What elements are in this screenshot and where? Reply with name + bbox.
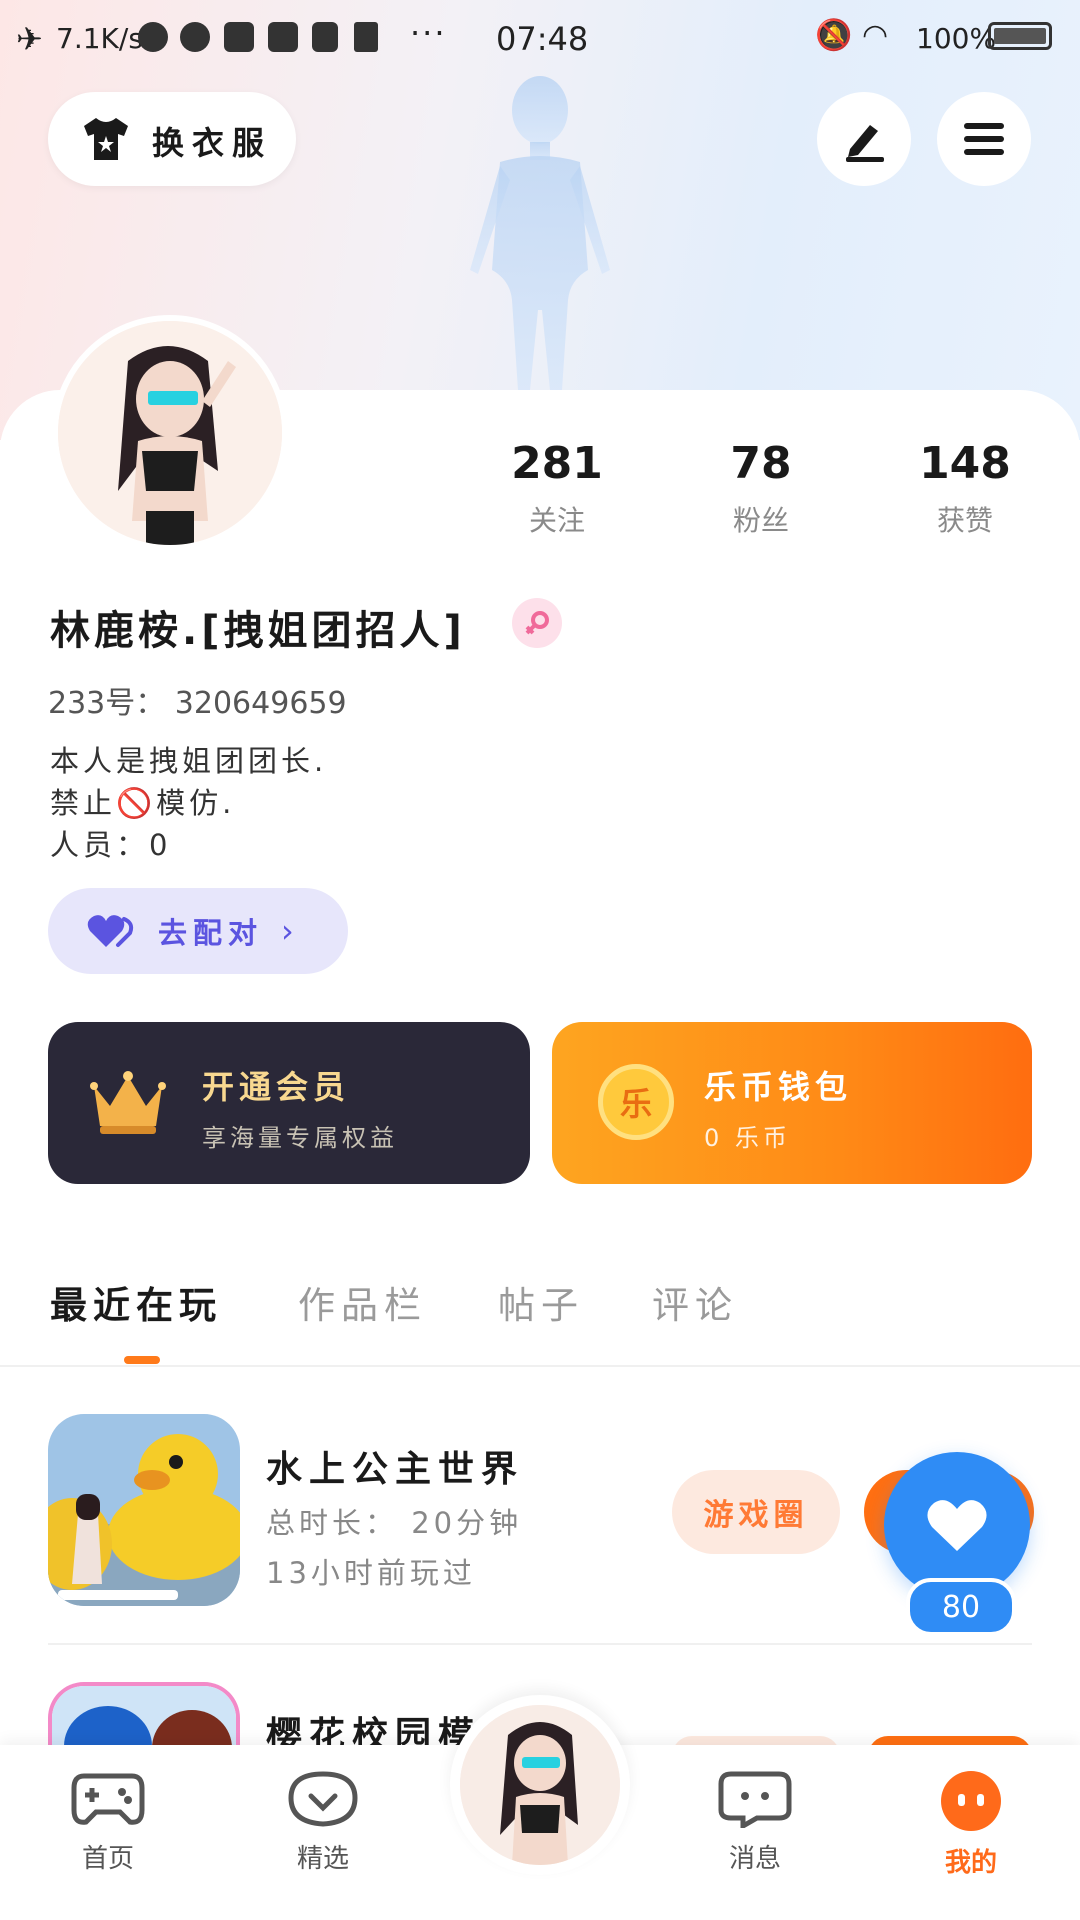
stat-label: 获赞 [936, 504, 993, 537]
female-gender-badge [512, 598, 562, 648]
vip-title: 开通会员 [202, 1068, 351, 1106]
edit-profile-button[interactable] [817, 92, 911, 186]
game-duration: 总时长： 20分钟 [266, 1506, 523, 1540]
game-title[interactable]: 水上公主世界 [266, 1440, 524, 1492]
crown-icon [90, 1071, 166, 1134]
more-notifications-icon: ··· [410, 14, 447, 52]
hamburger-icon [964, 123, 1004, 155]
tab-posts[interactable]: 帖子 [498, 1275, 584, 1329]
avatar-character-image [58, 321, 282, 545]
game-image-sakura [52, 1686, 236, 1752]
airplane-mode-icon: ✈ [16, 20, 43, 58]
vip-membership-card[interactable]: 开通会员 享海量专属权益 [48, 1022, 530, 1184]
avatar-character-image [460, 1705, 620, 1865]
mute-bell-icon: 🔕 [815, 18, 853, 53]
app-notification-icon [224, 22, 254, 60]
game-thumbnail[interactable] [48, 1682, 240, 1752]
nav-featured[interactable]: 精选 [268, 1770, 378, 1875]
coin-title: 乐币钱包 [704, 1068, 853, 1106]
network-speed: 7.1K/s [56, 22, 143, 55]
tshirt-icon [84, 118, 128, 160]
game-circle-button[interactable]: 游戏圈 [672, 1470, 840, 1554]
message-bubble-icon [718, 1771, 792, 1831]
nav-label: 消息 [728, 1844, 781, 1874]
gamepad-icon [71, 1773, 145, 1825]
tab-works[interactable]: 作品栏 [298, 1275, 427, 1329]
app-notification-icon [268, 22, 298, 60]
menu-button[interactable] [937, 92, 1031, 186]
tab-comments[interactable]: 评论 [652, 1275, 738, 1329]
profile-face-icon [941, 1771, 1001, 1831]
tab-divider [0, 1365, 1080, 1367]
game-thumbnail[interactable] [48, 1414, 240, 1606]
change-clothes-label: 换衣服 [152, 124, 273, 162]
stat-value: 281 [511, 438, 603, 489]
stat-following[interactable]: 281 关注 [482, 438, 632, 539]
nav-label: 首页 [81, 1844, 134, 1874]
stat-value: 148 [919, 438, 1011, 489]
stat-label: 粉丝 [732, 504, 789, 537]
like-count-badge: 80 [906, 1578, 1016, 1636]
battery-percent: 100% [916, 22, 997, 55]
app-notification-icon [312, 22, 338, 60]
nav-home[interactable]: 首页 [53, 1770, 163, 1875]
user-id[interactable]: 233号： 320649659 [48, 678, 347, 722]
game-image-duck [48, 1414, 240, 1606]
stat-followers[interactable]: 78 粉丝 [686, 438, 836, 539]
app-notification-icon [180, 22, 210, 60]
pen-icon [846, 125, 884, 162]
active-tab-indicator [124, 1356, 160, 1364]
stat-value: 78 [730, 438, 792, 489]
coin-wallet-card[interactable]: 乐 乐币钱包 0 乐币 [552, 1022, 1032, 1184]
vip-subtitle: 享海量专属权益 [202, 1124, 398, 1152]
nav-label: 我的 [944, 1848, 997, 1878]
coin-icon: 乐 [598, 1064, 674, 1140]
like-float-button[interactable] [884, 1452, 1030, 1598]
battery-icon [988, 22, 1052, 58]
double-heart-icon [87, 915, 134, 947]
nav-label: 精选 [296, 1844, 349, 1874]
avatar[interactable] [52, 315, 288, 551]
stat-likes[interactable]: 148 获赞 [890, 438, 1040, 539]
profile-name: 林鹿桉.[拽姐团招人] [50, 608, 466, 654]
game-last-played: 13小时前玩过 [266, 1556, 476, 1590]
bio-line: 本人是拽姐团团长. [50, 744, 328, 778]
female-icon [525, 611, 549, 635]
clock: 07:48 [496, 20, 589, 58]
profile-bio: 本人是拽姐团团长. 禁止🚫模仿. 人员：0 [50, 740, 327, 866]
go-pair-button[interactable]: 去配对 › [48, 888, 348, 974]
avatar-hologram-figure [470, 76, 610, 390]
clipboard-icon [354, 22, 378, 60]
center-avatar-button[interactable] [460, 1705, 620, 1865]
nav-messages[interactable]: 消息 [700, 1770, 810, 1875]
nav-mine[interactable]: 我的 [916, 1770, 1026, 1879]
app-notification-icon [138, 22, 168, 60]
chevron-right-icon: › [281, 912, 294, 950]
status-bar: ✈ 7.1K/s ··· 07:48 🔕 ◠ 100% [0, 0, 1080, 76]
bio-line: 人员：0 [50, 828, 172, 862]
tab-recent-play[interactable]: 最近在玩 [50, 1275, 222, 1329]
heart-icon [927, 1500, 987, 1551]
heart-chat-icon [288, 1771, 358, 1827]
stat-label: 关注 [528, 504, 585, 537]
wifi-icon: ◠ [862, 18, 889, 53]
go-pair-label: 去配对 [158, 916, 264, 950]
coin-balance: 0 乐币 [704, 1124, 791, 1152]
change-clothes-button[interactable]: 换衣服 [48, 92, 296, 186]
coin-badge-text: 乐 [619, 1085, 652, 1123]
row-divider [48, 1643, 1032, 1645]
bio-line: 禁止🚫模仿. [50, 786, 236, 820]
